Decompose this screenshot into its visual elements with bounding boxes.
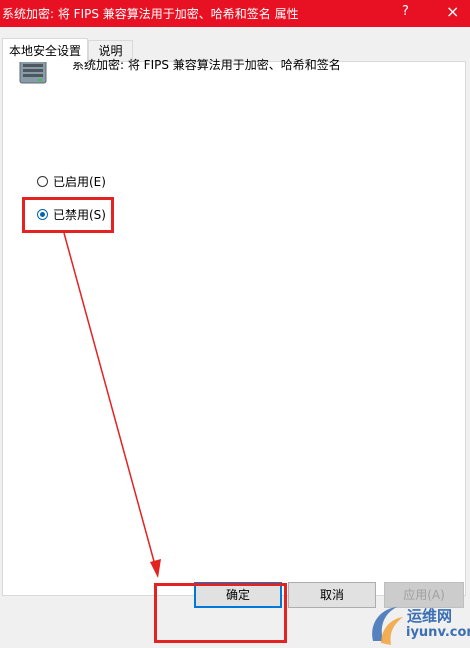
watermark-cn: 运维网 bbox=[407, 607, 453, 625]
annotation-arrow bbox=[63, 232, 161, 578]
watermark: 运维网 iyunv.com bbox=[367, 601, 470, 648]
watermark-swirl-icon bbox=[372, 607, 403, 645]
tab-local-security-setting[interactable]: 本地安全设置 bbox=[2, 38, 88, 62]
watermark-url: iyunv.com bbox=[406, 625, 470, 640]
